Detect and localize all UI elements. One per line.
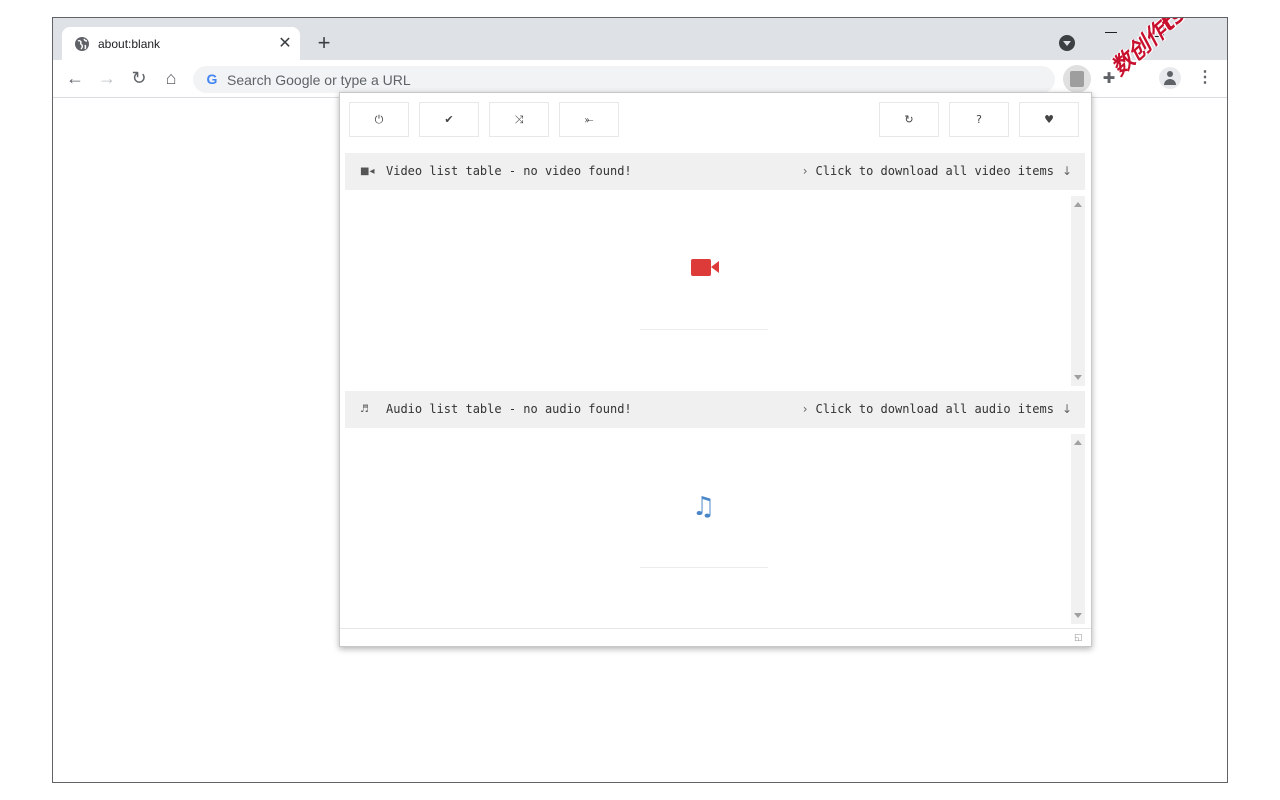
heart-button[interactable]: ♥ [1019, 102, 1079, 137]
audio-list-scrollbar[interactable] [1071, 434, 1085, 624]
resize-icon[interactable]: ◱ [1074, 633, 1083, 643]
video-camera-empty-icon [691, 259, 719, 276]
extension-popup: ⏻ ✔ ⤨ ⤜ ↻ ? ♥ ■◂ Video list table - no v… [339, 92, 1092, 647]
power-button[interactable]: ⏻ [349, 102, 409, 137]
audio-section-header: ♬ Audio list table - no audio found! › Cl… [345, 391, 1085, 428]
chevron-right-icon: › [802, 164, 808, 178]
video-downloader-extension-icon[interactable] [1063, 65, 1091, 93]
video-section-title: Video list table - no video found! [386, 164, 632, 178]
profile-avatar[interactable] [1159, 67, 1181, 89]
video-list-table [345, 196, 1085, 386]
scroll-down-icon[interactable] [1074, 375, 1082, 380]
refresh-button[interactable]: ↻ [879, 102, 939, 137]
download-all-video-label: Click to download all video items [815, 164, 1054, 178]
browser-menu-icon[interactable]: ⋮ [1193, 66, 1217, 90]
scroll-up-icon[interactable] [1074, 202, 1082, 207]
download-arrow-icon: ↓ [1061, 402, 1072, 416]
close-tab-icon[interactable]: ✕ [276, 35, 294, 53]
video-section-header: ■◂ Video list table - no video found! › C… [345, 153, 1085, 190]
back-button[interactable]: ← [63, 66, 87, 90]
check-button[interactable]: ✔ [419, 102, 479, 137]
popup-footer-divider [340, 628, 1091, 629]
tab-title: about:blank [98, 37, 161, 51]
audio-list-table: ♫ [345, 434, 1085, 624]
google-icon: G [206, 71, 218, 87]
merge-button[interactable]: ⤜ [559, 102, 619, 137]
home-button[interactable]: ⌂ [159, 66, 183, 90]
divider [640, 329, 768, 330]
scroll-down-icon[interactable] [1074, 613, 1082, 618]
download-all-audio-link[interactable]: › Click to download all audio items ↓ [803, 402, 1072, 417]
scroll-up-icon[interactable] [1074, 440, 1082, 445]
reload-button[interactable]: ↻ [127, 66, 151, 90]
music-note-empty-icon: ♫ [692, 492, 716, 522]
divider [640, 567, 768, 568]
chevron-right-icon: › [802, 402, 808, 416]
download-all-video-link[interactable]: › Click to download all video items ↓ [803, 164, 1072, 179]
download-all-audio-label: Click to download all audio items [815, 402, 1054, 416]
music-note-icon: ♬ [360, 404, 369, 415]
download-arrow-icon: ↓ [1061, 164, 1072, 178]
new-tab-button[interactable]: + [313, 32, 335, 54]
globe-icon [75, 37, 89, 51]
address-input[interactable] [227, 66, 1027, 93]
forward-button[interactable]: → [95, 66, 119, 90]
help-button[interactable]: ? [949, 102, 1009, 137]
video-camera-icon: ■◂ [360, 166, 375, 177]
extension-glyph-icon [1070, 71, 1084, 87]
tab-search-icon[interactable] [1059, 35, 1075, 51]
audio-section-title: Audio list table - no audio found! [386, 402, 632, 416]
video-list-scrollbar[interactable] [1071, 196, 1085, 386]
shuffle-button[interactable]: ⤨ [489, 102, 549, 137]
tab-strip: about:blank ✕ + [53, 18, 1227, 60]
tab-about-blank[interactable]: about:blank ✕ [62, 27, 300, 60]
omnibox[interactable]: G [193, 66, 1055, 93]
minimize-button[interactable] [1105, 32, 1117, 33]
